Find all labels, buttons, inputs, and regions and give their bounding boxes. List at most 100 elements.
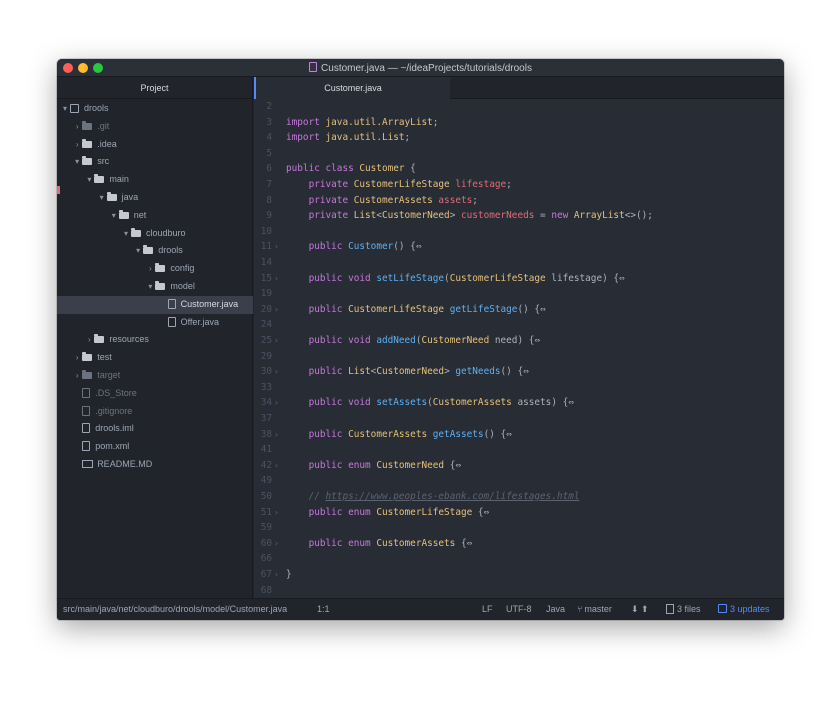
chevron-down-icon[interactable]: ▾ xyxy=(145,278,155,296)
line-number: 29 xyxy=(260,350,272,362)
tree-item[interactable]: ▾ net xyxy=(57,207,253,225)
status-fetch-button[interactable]: ⬇ ⬆ xyxy=(631,599,649,620)
code-line[interactable]: 34 › public void setAssets(CustomerAssets… xyxy=(254,395,784,411)
code-text: public enum CustomerNeed {⇔ xyxy=(286,458,461,474)
tree-item[interactable]: drools.iml xyxy=(57,420,253,438)
fold-chevron-icon[interactable]: › xyxy=(274,536,279,552)
fold-chevron-icon[interactable]: › xyxy=(274,395,279,411)
code-line[interactable]: 6 public class Customer { xyxy=(254,161,784,177)
tab-customer-java[interactable]: Customer.java xyxy=(254,77,450,99)
code-line[interactable]: 67 ›} xyxy=(254,567,784,583)
tree-item[interactable]: ▾ src xyxy=(57,153,253,171)
tree-item[interactable]: ▾ model xyxy=(57,278,253,296)
fold-chevron-icon[interactable]: › xyxy=(274,567,279,583)
code-line[interactable]: 4 import java.util.List; xyxy=(254,130,784,146)
status-line-ending[interactable]: LF xyxy=(482,599,493,620)
code-line[interactable]: 3 import java.util.ArrayList; xyxy=(254,115,784,131)
chevron-down-icon[interactable]: ▾ xyxy=(60,100,70,118)
tree-item[interactable]: › .git xyxy=(57,118,253,136)
updates-icon xyxy=(718,604,727,613)
chevron-down-icon[interactable]: ▾ xyxy=(84,171,94,189)
chevron-right-icon[interactable]: › xyxy=(145,260,155,278)
fold-chevron-icon[interactable]: › xyxy=(274,458,279,474)
code-line[interactable]: 2 xyxy=(254,99,784,115)
chevron-down-icon[interactable]: ▾ xyxy=(72,153,82,171)
folder-icon xyxy=(82,120,93,130)
code-line[interactable]: 60 › public enum CustomerAssets {⇔ xyxy=(254,536,784,552)
tree-item[interactable]: › config xyxy=(57,260,253,278)
tree-item[interactable]: ▾ java xyxy=(57,189,253,207)
fold-chevron-icon[interactable]: › xyxy=(274,302,279,318)
tree-item[interactable]: ▾ drools xyxy=(57,100,253,118)
tree-item[interactable]: › target xyxy=(57,367,253,385)
tree-item[interactable]: README.MD xyxy=(57,456,253,474)
code-line[interactable]: 42 › public enum CustomerNeed {⇔ xyxy=(254,458,784,474)
status-updates[interactable]: 3 updates xyxy=(718,599,770,620)
chevron-right-icon[interactable]: › xyxy=(72,367,82,385)
code-line[interactable]: 7 private CustomerLifeStage lifestage; xyxy=(254,177,784,193)
code-line[interactable]: 38 › public CustomerAssets getAssets() {⇔ xyxy=(254,427,784,443)
code-token: java.util.List xyxy=(325,132,405,144)
code-line[interactable]: 49 xyxy=(254,473,784,489)
fold-chevron-icon[interactable]: › xyxy=(274,333,279,349)
tree-item[interactable]: › .idea xyxy=(57,136,253,154)
code-line[interactable]: 66 xyxy=(254,551,784,567)
code-text: import java.util.List; xyxy=(286,130,410,146)
chevron-right-icon[interactable]: › xyxy=(72,118,82,136)
status-grammar[interactable]: Java xyxy=(546,599,565,620)
tree-item[interactable]: .gitignore xyxy=(57,403,253,421)
tree-item[interactable]: ▾ cloudburo xyxy=(57,225,253,243)
status-files[interactable]: 3 files xyxy=(666,599,701,620)
code-line[interactable]: 25 › public void addNeed(CustomerNeed nee… xyxy=(254,333,784,349)
code-line[interactable]: 8 private CustomerAssets assets; xyxy=(254,193,784,209)
code-line[interactable]: 51 › public enum CustomerLifeStage {⇔ xyxy=(254,505,784,521)
tree-item[interactable]: › resources xyxy=(57,331,253,349)
tree-item[interactable]: › test xyxy=(57,349,253,367)
code-line[interactable]: 5 xyxy=(254,146,784,162)
tree-item[interactable]: pom.xml xyxy=(57,438,253,456)
chevron-down-icon[interactable]: ▾ xyxy=(109,207,119,225)
code-editor[interactable]: 2 3 import java.util.ArrayList; 4 import jav… xyxy=(254,99,784,598)
chevron-right-icon[interactable]: › xyxy=(72,349,82,367)
code-line[interactable]: 50 // https://www.peoples-ebank.com/life… xyxy=(254,489,784,505)
code-line[interactable]: 9 private List<CustomerNeed> customerNee… xyxy=(254,208,784,224)
code-line[interactable]: 37 xyxy=(254,411,784,427)
fold-chevron-icon[interactable]: › xyxy=(274,505,279,521)
code-line[interactable]: 20 › public CustomerLifeStage getLifeStag… xyxy=(254,302,784,318)
code-line[interactable]: 59 xyxy=(254,520,784,536)
chevron-down-icon[interactable]: ▾ xyxy=(121,225,131,243)
code-line[interactable]: 41 xyxy=(254,442,784,458)
status-file-path[interactable]: src/main/java/net/cloudburo/drools/model… xyxy=(63,599,287,620)
status-branch[interactable]: ⑂ master xyxy=(577,599,612,620)
tree-item[interactable]: Offer.java xyxy=(57,314,253,332)
code-line[interactable]: 68 xyxy=(254,583,784,599)
code-line[interactable]: 15 › public void setLifeStage(CustomerLif… xyxy=(254,271,784,287)
code-token: CustomerLifeStage xyxy=(376,506,473,518)
status-encoding[interactable]: UTF-8 xyxy=(506,599,532,620)
fold-chevron-icon[interactable]: › xyxy=(274,239,279,255)
sidebar-header[interactable]: Project xyxy=(57,77,252,99)
code-line[interactable]: 11 › public Customer() {⇔ xyxy=(254,239,784,255)
code-line[interactable]: 10 xyxy=(254,224,784,240)
chevron-down-icon[interactable]: ▾ xyxy=(97,189,107,207)
code-line[interactable]: 14 xyxy=(254,255,784,271)
status-cursor-position[interactable]: 1:1 xyxy=(317,599,330,620)
tree-item[interactable]: ▾ main xyxy=(57,171,253,189)
tree-item[interactable]: .DS_Store xyxy=(57,385,253,403)
code-line[interactable]: 19 xyxy=(254,286,784,302)
fold-chevron-icon[interactable]: › xyxy=(274,271,279,287)
tree-item[interactable]: ▾ drools xyxy=(57,242,253,260)
chevron-right-icon[interactable]: › xyxy=(84,331,94,349)
code-line[interactable]: 33 xyxy=(254,380,784,396)
code-line[interactable]: 30 › public List<CustomerNeed> getNeeds()… xyxy=(254,364,784,380)
fold-chevron-icon[interactable]: › xyxy=(274,427,279,443)
file-icon xyxy=(82,441,91,452)
code-line[interactable]: 29 xyxy=(254,349,784,365)
chevron-down-icon[interactable]: ▾ xyxy=(133,242,143,260)
tree-item[interactable]: Customer.java xyxy=(57,295,253,314)
code-token: getNeeds xyxy=(455,366,501,378)
fold-chevron-icon[interactable]: › xyxy=(274,364,279,380)
chevron-right-icon[interactable]: › xyxy=(72,136,82,154)
code-line[interactable]: 24 xyxy=(254,317,784,333)
